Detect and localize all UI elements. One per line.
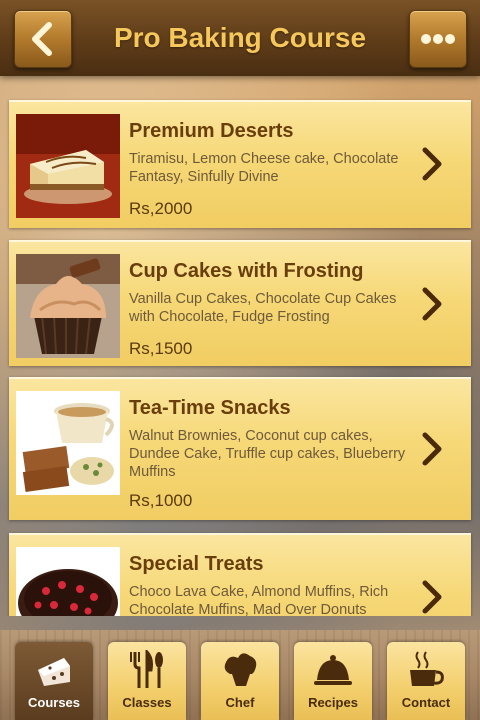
course-description: Walnut Brownies, Coconut cup cakes, Dund…	[129, 428, 406, 480]
course-title: Special Treats	[129, 553, 264, 575]
course-title: Cup Cakes with Frosting	[129, 260, 364, 282]
coffee-cup-icon	[410, 651, 444, 686]
tab-label: Classes	[122, 695, 172, 710]
tab-label: Courses	[27, 695, 81, 710]
course-card-cup-cakes[interactable]: Cup Cakes with Frosting Vanilla Cup Cake…	[9, 240, 471, 366]
app-header: Pro Baking Course	[0, 0, 480, 76]
chevron-right-icon	[422, 287, 442, 321]
course-title: Tea-Time Snacks	[129, 397, 291, 419]
tab-courses[interactable]: Courses	[15, 642, 93, 720]
tab-label: Contact	[401, 695, 451, 710]
chevron-left-icon	[32, 22, 52, 56]
course-price: Rs,1500	[129, 339, 193, 358]
more-options-button[interactable]	[409, 10, 467, 68]
course-description: Choco Lava Cake, Almond Muffins, Rich Ch…	[129, 584, 389, 616]
chef-hat-icon	[224, 653, 257, 686]
tab-recipes[interactable]: Recipes	[294, 642, 372, 720]
tab-contact[interactable]: Contact	[387, 642, 465, 720]
course-description: Vanilla Cup Cakes, Chocolate Cup Cakes w…	[129, 291, 397, 325]
serving-cloche-icon	[314, 655, 352, 685]
bottom-tab-bar: Courses Classes Chef Recipes Contact	[0, 630, 480, 720]
course-list[interactable]: Premium Deserts Tiramisu, Lemon Cheese c…	[0, 96, 480, 616]
tab-label: Chef	[225, 695, 255, 710]
tab-chef[interactable]: Chef	[201, 642, 279, 720]
tea-snacks-image	[16, 391, 120, 495]
course-card-special-treats[interactable]: Special Treats Choco Lava Cake, Almond M…	[9, 533, 471, 616]
course-description: Tiramisu, Lemon Cheese cake, Chocolate F…	[129, 151, 399, 185]
course-card-premium-deserts[interactable]: Premium Deserts Tiramisu, Lemon Cheese c…	[9, 100, 471, 228]
more-dots-icon	[421, 34, 455, 44]
cheesecake-image	[16, 114, 120, 218]
course-title: Premium Deserts	[129, 120, 294, 142]
tab-classes[interactable]: Classes	[108, 642, 186, 720]
back-button[interactable]	[14, 10, 72, 68]
tab-label: Recipes	[308, 695, 358, 710]
course-price: Rs,1000	[129, 491, 193, 510]
chocolate-tart-image	[16, 547, 120, 616]
course-card-tea-time-snacks[interactable]: Tea-Time Snacks Walnut Brownies, Coconut…	[9, 377, 471, 520]
chevron-right-icon	[422, 432, 442, 466]
cupcake-image	[16, 254, 120, 358]
cake-slice-icon	[38, 658, 70, 686]
page-title: Pro Baking Course	[113, 22, 367, 53]
course-price: Rs,2000	[129, 199, 193, 218]
cutlery-icon	[130, 650, 163, 688]
chevron-right-icon	[422, 147, 442, 181]
chevron-right-icon	[422, 580, 442, 614]
